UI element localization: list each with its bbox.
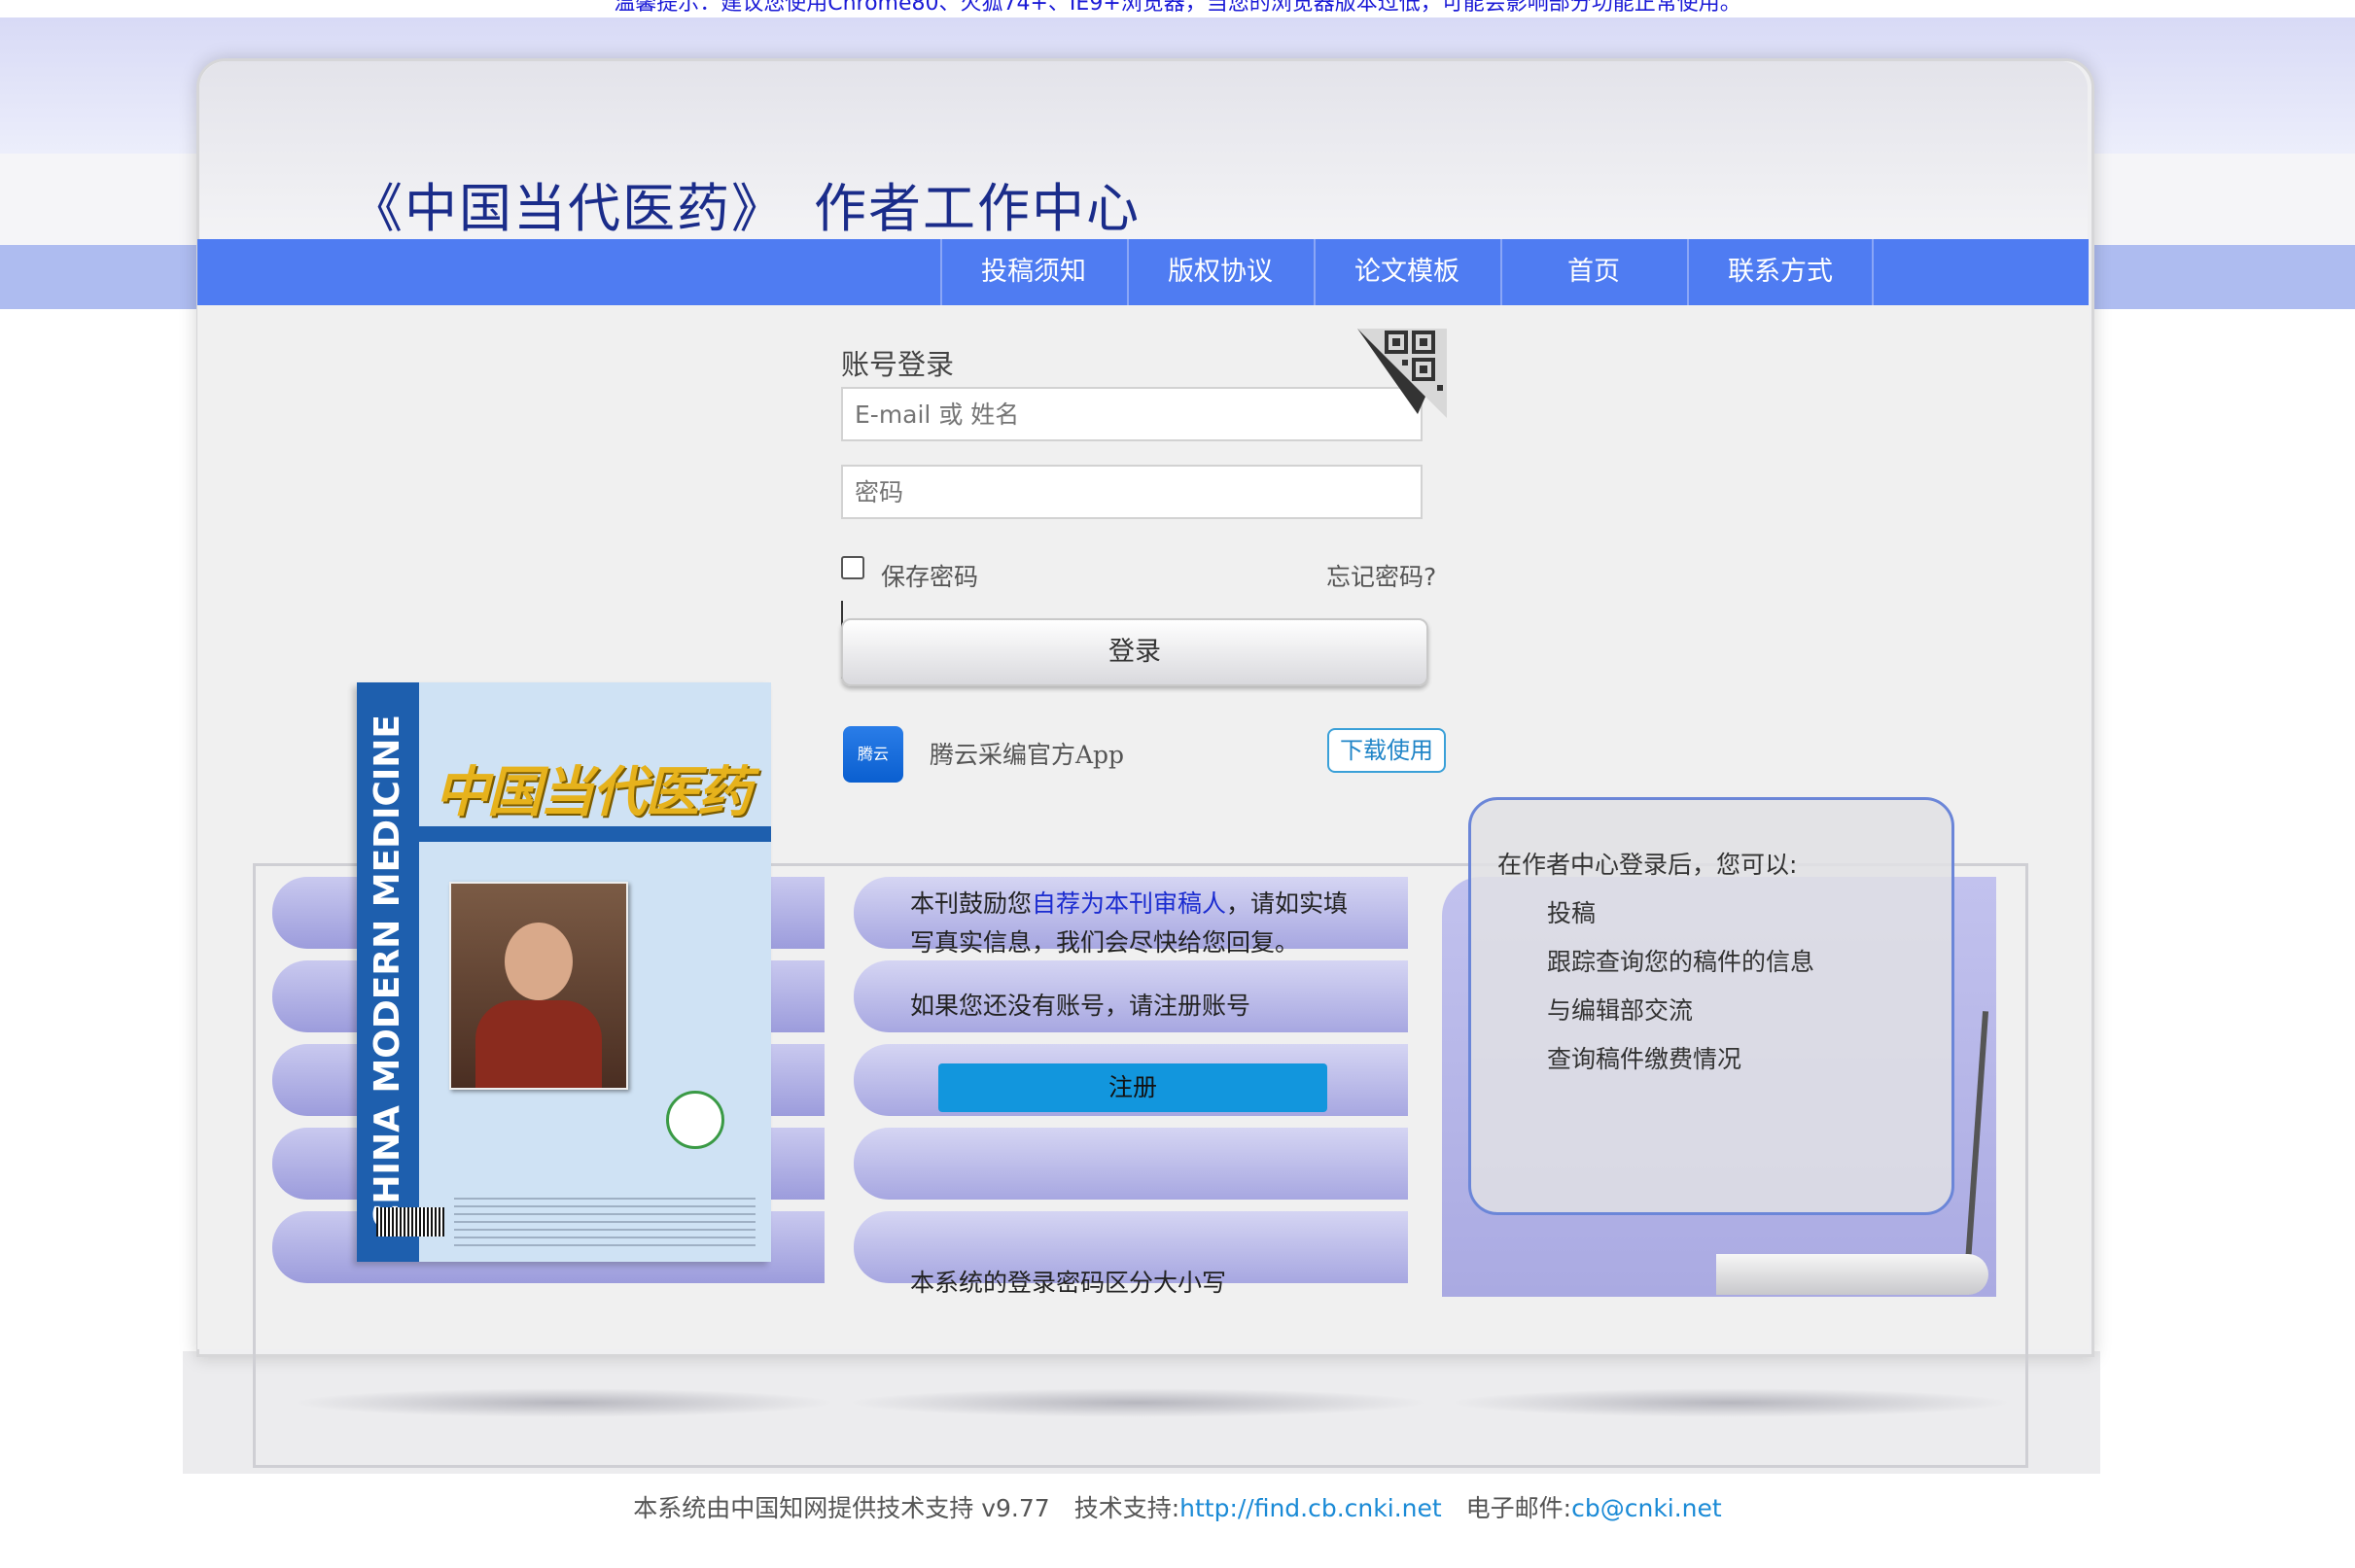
register-button[interactable]: 注册 [938, 1063, 1327, 1112]
browser-notice: 温馨提示：建议您使用Chrome80、火狐74+、IE9+浏览器，当您的浏览器版… [0, 0, 2355, 17]
forgot-password-link[interactable]: 忘记密码? [1326, 558, 1436, 593]
reflection-shadow [292, 1388, 836, 1417]
laptop-base [1716, 1254, 1988, 1295]
qr-code-icon[interactable] [1357, 329, 1447, 418]
info-item-track: 跟踪查询您的稿件的信息 [1547, 948, 1815, 976]
download-app-button[interactable]: 下载使用 [1327, 728, 1446, 773]
cover-seal-icon [666, 1091, 724, 1149]
login-heading: 账号登录 [841, 348, 955, 381]
nav-item-copyright[interactable]: 版权协议 [1127, 239, 1312, 305]
decor-bar [854, 1128, 1408, 1200]
username-input[interactable] [841, 387, 1423, 441]
nav-item-template[interactable]: 论文模板 [1314, 239, 1498, 305]
cover-fine-print [454, 1198, 756, 1246]
cover-spine: CHINA MODERN MEDICINE [357, 682, 419, 1262]
footer: 本系统由中国知网提供技术支持 v9.77 技术支持:http://find.cb… [633, 1494, 1722, 1522]
self-recommend-reviewer-link[interactable]: 自荐为本刊审稿人 [1032, 889, 1226, 918]
info-item-payment: 查询稿件缴费情况 [1547, 1045, 1742, 1073]
tengyun-app-icon: 腾云 [843, 726, 903, 783]
info-heading: 在作者中心登录后，您可以: [1497, 851, 1798, 879]
info-item-submit: 投稿 [1547, 899, 1597, 927]
cover-divider [419, 826, 771, 842]
case-sensitive-note: 本系统的登录密码区分大小写 [910, 1269, 1227, 1297]
nav-item-home[interactable]: 首页 [1500, 239, 1685, 305]
support-link[interactable]: http://find.cb.cnki.net [1179, 1494, 1442, 1522]
nav-bar: 投稿须知 版权协议 论文模板 首页 联系方式 [197, 239, 2089, 305]
cover-portrait [449, 882, 628, 1090]
login-button[interactable]: 登录 [841, 618, 1428, 686]
reviewer-invitation: 本刊鼓励您自荐为本刊审稿人，请如实填写真实信息，我们会尽快给您回复。 [910, 889, 1349, 957]
email-link[interactable]: cb@cnki.net [1571, 1494, 1722, 1522]
info-item-communicate: 与编辑部交流 [1547, 996, 1694, 1025]
page-title: 《中国当代医药》 作者工作中心 [350, 178, 1141, 239]
barcode-icon [376, 1207, 444, 1237]
remember-password-checkbox[interactable] [841, 556, 864, 579]
cover-spine-text: CHINA MODERN MEDICINE [368, 714, 407, 1230]
nav-item-submission-guide[interactable]: 投稿须知 [940, 239, 1125, 305]
nav-item-contact[interactable]: 联系方式 [1687, 239, 1874, 305]
cover-title: 中国当代医药 [435, 760, 752, 824]
no-account-text: 如果您还没有账号，请注册账号 [910, 992, 1251, 1020]
reflection-shadow [846, 1388, 1429, 1417]
journal-cover: CHINA MODERN MEDICINE 中国当代医药 [357, 682, 771, 1262]
reflection-shadow [1449, 1388, 2013, 1417]
app-name: 腾云采编官方App [930, 741, 1125, 769]
remember-password-label[interactable]: 保存密码 [881, 558, 978, 593]
password-input[interactable] [841, 465, 1423, 519]
